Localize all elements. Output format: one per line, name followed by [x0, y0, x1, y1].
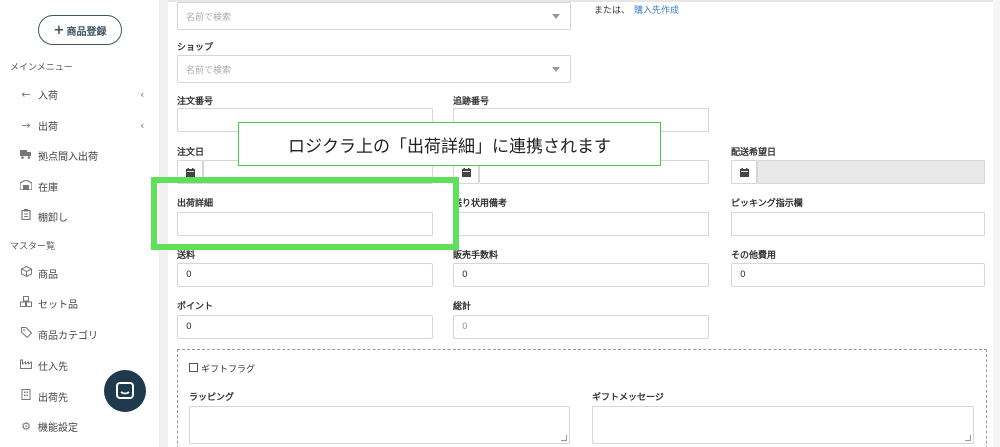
arrow-left-icon: ← [21, 87, 31, 101]
resize-grip-icon[interactable] [965, 435, 971, 441]
plus-icon: + [53, 22, 65, 38]
factory-icon [19, 359, 33, 372]
chat-icon [116, 382, 134, 399]
shipping-fee-value: 0 [186, 270, 192, 280]
wrapping-label: ラッピング [189, 393, 235, 403]
main-menu-label: メインメニュー [10, 63, 73, 73]
total-label: 総計 [453, 302, 472, 312]
page-scrollbar[interactable] [993, 0, 1000, 447]
order-number-label: 注文番号 [177, 97, 214, 107]
chevron-left-icon: ‹ [140, 118, 145, 132]
other-cost-value: 0 [740, 270, 746, 280]
sidebar-item-inventory[interactable]: 在庫 [0, 175, 160, 197]
sidebar-item-label: セット品 [38, 299, 78, 311]
building-icon [19, 389, 33, 403]
resize-grip-icon[interactable] [561, 435, 567, 441]
annotation-tooltip: ロジクラ上の「出荷詳細」に連携されます [238, 122, 661, 166]
picking-instruction-input[interactable] [731, 212, 985, 236]
tracking-number-label: 追跡番号 [453, 97, 490, 107]
shop-select-placeholder: 名前で検索 [186, 65, 232, 76]
picking-instruction-label: ピッキング指示欄 [731, 199, 803, 209]
sales-fee-value: 0 [462, 270, 468, 280]
calendar-icon [461, 167, 471, 177]
other-cost-input[interactable]: 0 [731, 263, 985, 287]
order-date-label: 注文日 [177, 148, 205, 158]
sidebar-item-label: 在庫 [38, 182, 58, 194]
tag-icon [19, 327, 33, 341]
add-product-button-label: 商品登録 [66, 26, 107, 38]
sidebar-item-label: 拠点間入出荷 [38, 151, 98, 163]
sidebar-item-transfer[interactable]: 拠点間入出荷 [0, 144, 160, 166]
supplier-select-placeholder: 名前で検索 [186, 12, 232, 23]
total-value: 0 [462, 322, 468, 332]
delivery-date-label: 配送希望日 [731, 148, 777, 158]
delivery-date-input[interactable] [757, 160, 985, 184]
sales-fee-input[interactable]: 0 [453, 263, 709, 287]
point-label: ポイント [177, 302, 214, 312]
sidebar-item-label: 棚卸し [38, 212, 68, 224]
chevron-left-icon: ‹ [140, 87, 145, 101]
create-supplier-link[interactable]: 購入先作成 [634, 3, 679, 16]
sidebar-item-label: 入荷 [38, 90, 58, 102]
cubes-icon [19, 296, 33, 310]
caret-down-icon [552, 14, 560, 19]
sidebar-item-stocktake[interactable]: 棚卸し [0, 205, 160, 227]
wrapping-textarea[interactable] [189, 406, 570, 444]
delivery-date-calendar-button[interactable] [731, 160, 757, 184]
sidebar-item-label: 機能設定 [38, 422, 78, 434]
sidebar-item-products[interactable]: 商品 [0, 262, 160, 284]
sidebar-item-categories[interactable]: 商品カテゴリ [0, 323, 160, 345]
master-menu-label: マスター覧 [10, 242, 56, 252]
add-product-button[interactable]: + 商品登録 [38, 15, 122, 45]
sidebar-item-arrival[interactable]: ← 入荷 ‹ [0, 83, 160, 105]
shipping-fee-input[interactable]: 0 [177, 263, 433, 287]
sidebar-item-label: 出荷先 [38, 392, 68, 404]
other-cost-label: その他費用 [731, 251, 777, 261]
sidebar-item-label: 商品 [38, 269, 58, 281]
shop-label: ショップ [177, 43, 214, 53]
or-text: または、 [594, 6, 631, 16]
clipboard-icon [19, 209, 33, 223]
caret-down-icon [552, 67, 560, 72]
calendar-icon [185, 167, 195, 177]
sidebar-item-label: 出荷 [38, 121, 58, 133]
invoice-note-label: 送り状用備考 [453, 199, 508, 209]
calendar-icon [739, 167, 749, 177]
sales-fee-label: 販売手数料 [453, 251, 499, 261]
truck-icon [19, 149, 33, 162]
supplier-select[interactable]: 名前で検索 [177, 2, 571, 30]
arrow-right-icon: → [21, 118, 31, 132]
shop-select[interactable]: 名前で検索 [177, 55, 571, 83]
sidebar-item-label: 商品カテゴリ [38, 330, 98, 342]
invoice-note-input[interactable] [453, 212, 709, 236]
sidebar-item-set-products[interactable]: セット品 [0, 292, 160, 314]
sidebar-item-settings[interactable]: ⚙ 機能設定 [0, 415, 160, 437]
total-input: 0 [453, 315, 709, 339]
app-window: + 商品登録 メインメニュー ← 入荷 ‹ → 出荷 ‹ 拠点間入出荷 在庫 棚… [0, 0, 1000, 447]
gear-icon: ⚙ [21, 419, 31, 433]
gift-message-textarea[interactable] [592, 406, 974, 444]
warehouse-icon [19, 178, 33, 193]
annotation-tooltip-text: ロジクラ上の「出荷詳細」に連携されます [288, 136, 611, 157]
point-input[interactable]: 0 [177, 315, 433, 339]
sidebar-item-shipping[interactable]: → 出荷 ‹ [0, 114, 160, 136]
point-value: 0 [186, 322, 192, 332]
sidebar: + 商品登録 メインメニュー ← 入荷 ‹ → 出荷 ‹ 拠点間入出荷 在庫 棚… [0, 0, 160, 447]
gift-flag-label: ギフトフラグ [201, 365, 256, 375]
gift-message-label: ギフトメッセージ [592, 393, 664, 403]
shipping-detail-highlight [151, 177, 459, 250]
sidebar-item-label: 仕入先 [38, 361, 68, 373]
chat-support-button[interactable] [104, 370, 146, 412]
cube-icon [19, 265, 33, 280]
gift-flag-checkbox[interactable] [189, 363, 198, 372]
